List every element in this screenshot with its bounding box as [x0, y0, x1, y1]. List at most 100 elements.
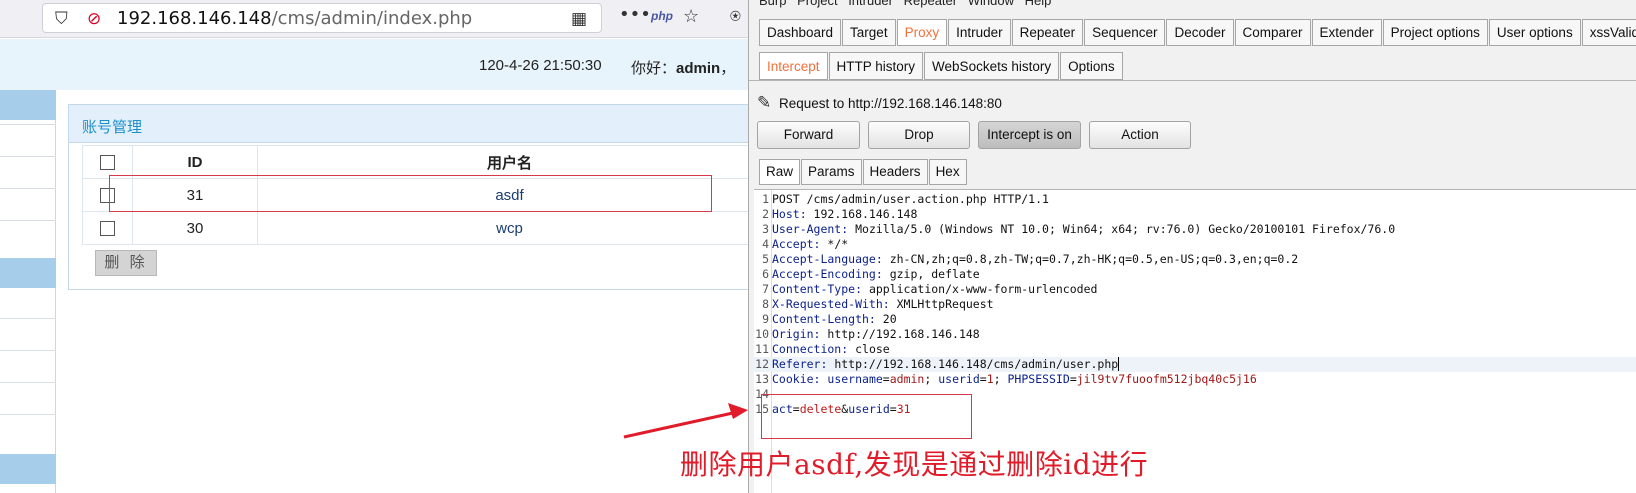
panel-header: 账号管理: [69, 105, 748, 143]
header-line[interactable]: 7 Content-Type: application/x-www-form-ur…: [754, 282, 1636, 297]
tab-http-history[interactable]: HTTP history: [828, 52, 924, 80]
divider: [0, 414, 56, 415]
highlight-box-row: [109, 175, 712, 212]
header-line[interactable]: 4 Accept: */*: [754, 237, 1636, 252]
drop-button[interactable]: Drop: [868, 121, 970, 149]
tab-intruder[interactable]: Intruder: [948, 19, 1011, 46]
divider: [749, 80, 1636, 81]
header-value: Mozilla/5.0 (Windows NT 10.0; Win64; x64…: [848, 222, 1396, 236]
tab-xssvalidator[interactable]: xssValidator: [1581, 19, 1636, 46]
tab-user-options[interactable]: User options: [1488, 19, 1581, 46]
header-line[interactable]: 8 X-Requested-With: XMLHttpRequest: [754, 297, 1636, 312]
row-select-cell: [82, 211, 133, 245]
bookmark-star-icon[interactable]: ☆: [683, 6, 699, 27]
insecure-lock-icon[interactable]: ⊘: [87, 9, 101, 29]
header-line[interactable]: 12 Referer: http://192.168.146.148/cms/ad…: [754, 357, 1636, 372]
main-tab-bar: Dashboard Target Proxy Intruder Repeater Sequ…: [759, 19, 1636, 46]
tab-options[interactable]: Options: [1060, 52, 1123, 80]
menu-project[interactable]: Project: [797, 0, 837, 8]
sidebar-section-header[interactable]: [0, 90, 56, 120]
header-value: close: [848, 342, 890, 356]
menu-burp[interactable]: Burp: [759, 0, 786, 8]
select-all-checkbox[interactable]: [100, 155, 115, 171]
qr-code-icon[interactable]: ▦: [571, 9, 587, 29]
header-value: zh-CN,zh;q=0.8,zh-TW;q=0.7,zh-HK;q=0.5,e…: [882, 252, 1299, 266]
header-line[interactable]: 11 Connection: close: [754, 342, 1636, 357]
more-actions-icon[interactable]: •••: [619, 4, 651, 25]
line-number: 2: [762, 207, 769, 221]
header-key: Content-Type:: [772, 282, 863, 296]
tab-comparer[interactable]: Comparer: [1234, 19, 1311, 46]
header-key: Referer:: [772, 357, 828, 371]
cookie-value: jil9tv7fuoofm512jbq40c5j16: [1076, 372, 1257, 386]
tab-sequencer[interactable]: Sequencer: [1084, 19, 1166, 46]
tab-headers[interactable]: Headers: [862, 159, 928, 185]
divider: [0, 382, 56, 383]
select-all-cell: [82, 145, 133, 179]
action-button[interactable]: Action: [1089, 121, 1191, 149]
php-extension-icon[interactable]: php: [651, 9, 673, 23]
tab-extender[interactable]: Extender: [1311, 19, 1382, 46]
menu-window[interactable]: Window: [968, 0, 1014, 8]
browser-window: ⛉ ⊘ 192.168.146.148/cms/admin/index.php …: [0, 0, 748, 493]
cookie-value: 1: [986, 372, 994, 386]
row-checkbox[interactable]: [100, 221, 115, 237]
line-number: 1: [762, 192, 769, 206]
line-number: 13: [755, 372, 769, 386]
tab-params[interactable]: Params: [801, 159, 862, 185]
url-text[interactable]: 192.168.146.148/cms/admin/index.php: [117, 8, 472, 29]
request-line[interactable]: 1 POST /cms/admin/user.action.php HTTP/1.…: [754, 192, 1636, 207]
tab-proxy[interactable]: Proxy: [896, 19, 948, 46]
delete-button[interactable]: 删 除: [95, 250, 157, 276]
address-bar[interactable]: ⛉ ⊘ 192.168.146.148/cms/admin/index.php …: [42, 3, 602, 33]
header-line[interactable]: 6 Accept-Encoding: gzip, deflate: [754, 267, 1636, 282]
request-to-label: Request to http://192.168.146.148:80: [779, 96, 1002, 111]
column-header-id: ID: [132, 145, 258, 179]
pencil-icon[interactable]: ✎: [757, 93, 779, 113]
url-path: /cms/admin/index.php: [271, 8, 473, 29]
header-key: Content-Length:: [772, 312, 876, 326]
header-value: application/x-www-form-urlencoded: [862, 282, 1098, 296]
divider: [0, 188, 56, 189]
menu-repeater[interactable]: Repeater: [904, 0, 957, 8]
header-key: Connection:: [772, 342, 849, 356]
cookie-line[interactable]: 13 Cookie: username=admin; userid=1; PHPS…: [754, 372, 1636, 387]
divider: [0, 220, 56, 221]
tab-repeater[interactable]: Repeater: [1011, 19, 1084, 46]
sidebar-section-header[interactable]: [0, 258, 56, 288]
menu-intruder[interactable]: Intruder: [848, 0, 893, 8]
header-value: 20: [875, 312, 897, 326]
intercept-toggle-button[interactable]: Intercept is on: [978, 121, 1081, 149]
shield-icon[interactable]: ⛉: [55, 9, 68, 29]
header-line[interactable]: 3 User-Agent: Mozilla/5.0 (Windows NT 10.…: [754, 222, 1636, 237]
request-line-text: POST /cms/admin/user.action.php HTTP/1.1: [772, 192, 1049, 206]
header-line[interactable]: 9 Content-Length: 20: [754, 312, 1636, 327]
line-number: 3: [762, 222, 769, 236]
menu-help[interactable]: Help: [1025, 0, 1052, 8]
tab-target[interactable]: Target: [842, 19, 896, 46]
line-number: 4: [762, 237, 769, 251]
header-key: Origin:: [772, 327, 821, 341]
tab-project-options[interactable]: Project options: [1382, 19, 1488, 46]
header-key: Host:: [772, 207, 807, 221]
line-number: 12: [755, 357, 769, 371]
header-line[interactable]: 2 Host: 192.168.146.148: [754, 207, 1636, 222]
tab-dashboard[interactable]: Dashboard: [759, 19, 842, 46]
sidebar-section-header[interactable]: [0, 454, 56, 484]
tab-decoder[interactable]: Decoder: [1166, 19, 1234, 46]
tab-hex[interactable]: Hex: [928, 159, 967, 185]
header-value: XMLHttpRequest: [889, 297, 994, 311]
tab-raw[interactable]: Raw: [759, 159, 801, 185]
left-sidebar: [0, 90, 56, 493]
header-line[interactable]: 10 Origin: http://192.168.146.148: [754, 327, 1636, 342]
header-line[interactable]: 5 Accept-Language: zh-CN,zh;q=0.8,zh-TW;q…: [754, 252, 1636, 267]
forward-button[interactable]: Forward: [757, 121, 860, 149]
pocket-icon[interactable]: ⍟: [730, 6, 741, 27]
header-key: User-Agent:: [772, 222, 849, 236]
highlight-box-body: [761, 394, 972, 439]
tab-websockets-history[interactable]: WebSockets history: [924, 52, 1060, 80]
datetime: 120-4-26 21:50:30: [479, 57, 602, 74]
tab-intercept[interactable]: Intercept: [759, 52, 828, 80]
line-number: 8: [762, 297, 769, 311]
equals: =: [979, 372, 987, 386]
